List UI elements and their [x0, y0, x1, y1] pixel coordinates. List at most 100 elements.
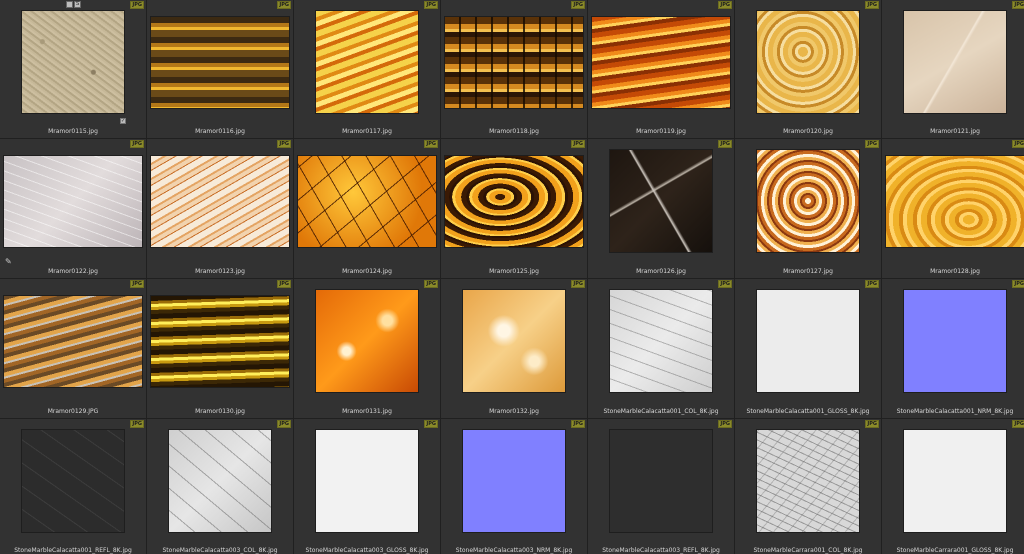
file-name-label: Mramor0123.jpg — [195, 268, 245, 275]
thumbnail-image[interactable] — [3, 295, 143, 388]
file-type-badge: JPG — [277, 420, 291, 428]
file-name-label: Mramor0118.jpg — [489, 128, 539, 135]
file-type-badge: JPG — [718, 280, 732, 288]
file-thumbnail-item[interactable]: JPG Mramor0121.jpg — [882, 0, 1024, 138]
file-thumbnail-item[interactable]: JPG StoneMarbleCarrara001_COL_8K.jpg — [735, 419, 881, 554]
file-name-label: Mramor0125.jpg — [489, 268, 539, 275]
file-name-label: StoneMarbleCarrara001_GLOSS_8K.jpg — [896, 547, 1014, 554]
file-name-label: Mramor0120.jpg — [783, 128, 833, 135]
file-type-badge: JPG — [1012, 420, 1024, 428]
file-name-label: StoneMarbleCalacatta001_REFL_8K.jpg — [14, 547, 132, 554]
file-thumbnail-item[interactable]: JPG Mramor0117.jpg — [294, 0, 440, 138]
file-type-badge: JPG — [424, 420, 438, 428]
file-name-label: Mramor0115.jpg — [48, 128, 98, 135]
file-name-label: Mramor0129.JPG — [47, 408, 99, 415]
stack-icon[interactable]: S — [74, 1, 81, 8]
file-thumbnail-item[interactable]: JPG StoneMarbleCalacatta001_COL_8K.jpg — [588, 279, 734, 418]
thumbnail-image[interactable] — [315, 10, 419, 114]
thumbnail-image[interactable] — [150, 16, 290, 109]
file-thumbnail-item[interactable]: JPG Mramor0122.jpg ✎ — [0, 139, 146, 278]
file-thumbnail-item[interactable]: JPG Mramor0119.jpg — [588, 0, 734, 138]
thumbnail-image[interactable] — [315, 289, 419, 393]
file-thumbnail-item[interactable]: JPG Mramor0116.jpg — [147, 0, 293, 138]
thumbnail-image[interactable] — [315, 429, 419, 533]
checkbox-icon[interactable]: ✓ — [120, 118, 126, 124]
file-name-label: StoneMarbleCalacatta003_GLOSS_8K.jpg — [305, 547, 429, 554]
file-type-badge: JPG — [571, 140, 585, 148]
file-thumbnail-item[interactable]: JPG Mramor0125.jpg — [441, 139, 587, 278]
file-type-badge: JPG — [1012, 280, 1024, 288]
thumbnail-image[interactable] — [444, 16, 584, 109]
thumbnail-image[interactable] — [150, 295, 290, 388]
pencil-icon[interactable]: ✎ — [5, 257, 12, 266]
file-name-label: StoneMarbleCarrara001_COL_8K.jpg — [753, 547, 863, 554]
file-type-badge: JPG — [424, 140, 438, 148]
file-thumbnail-item[interactable]: JPG StoneMarbleCalacatta001_GLOSS_8K.jpg — [735, 279, 881, 418]
file-thumbnail-item[interactable]: JPG StoneMarbleCalacatta001_REFL_8K.jpg — [0, 419, 146, 554]
file-thumbnail-item[interactable]: JPG StoneMarbleCalacatta003_COL_8K.jpg — [147, 419, 293, 554]
file-thumbnail-item[interactable]: JPG Mramor0118.jpg — [441, 0, 587, 138]
thumbnail-image[interactable] — [3, 155, 143, 248]
file-thumbnail-item[interactable]: JPG Mramor0123.jpg — [147, 139, 293, 278]
thumbnail-image[interactable] — [903, 10, 1007, 114]
thumbnail-image[interactable] — [609, 289, 713, 393]
file-thumbnail-item[interactable]: JPG StoneMarbleCalacatta003_REFL_8K.jpg — [588, 419, 734, 554]
file-name-label: Mramor0132.jpg — [489, 408, 539, 415]
thumbnail-image[interactable] — [756, 429, 860, 533]
file-name-label: StoneMarbleCalacatta003_COL_8K.jpg — [162, 547, 278, 554]
file-thumbnail-item[interactable]: JPG Mramor0128.jpg — [882, 139, 1024, 278]
file-name-label: Mramor0124.jpg — [342, 268, 392, 275]
thumbnail-image[interactable] — [756, 289, 860, 393]
thumbnail-image[interactable] — [903, 289, 1007, 393]
file-type-badge: JPG — [424, 280, 438, 288]
file-name-label: Mramor0121.jpg — [930, 128, 980, 135]
thumbnail-image[interactable] — [444, 155, 584, 248]
file-type-badge: JPG — [130, 280, 144, 288]
file-thumbnail-item[interactable]: JPG Mramor0124.jpg — [294, 139, 440, 278]
file-thumbnail-item[interactable]: JPG StoneMarbleCalacatta001_NRM_8K.jpg — [882, 279, 1024, 418]
thumbnail-image[interactable] — [756, 149, 860, 253]
file-type-badge: JPG — [718, 1, 732, 9]
thumbnail-image[interactable] — [462, 429, 566, 533]
file-type-badge: JPG — [718, 420, 732, 428]
file-thumbnail-item[interactable]: JPG Mramor0132.jpg — [441, 279, 587, 418]
file-name-label: Mramor0116.jpg — [195, 128, 245, 135]
file-type-badge: JPG — [277, 280, 291, 288]
thumbnail-image[interactable] — [168, 429, 272, 533]
file-name-label: Mramor0126.jpg — [636, 268, 686, 275]
file-thumbnail-item[interactable]: JPG Mramor0130.jpg — [147, 279, 293, 418]
thumbnail-grid: JPG Mramor0115.jpg S ✓ JPG Mramor0116.jpg JPG M… — [0, 0, 1024, 554]
thumbnail-image[interactable] — [591, 16, 731, 109]
file-type-badge: JPG — [1012, 1, 1024, 9]
file-thumbnail-item[interactable]: JPG Mramor0120.jpg — [735, 0, 881, 138]
file-thumbnail-item[interactable]: JPG Mramor0131.jpg — [294, 279, 440, 418]
file-type-badge: JPG — [130, 420, 144, 428]
file-thumbnail-item[interactable]: JPG StoneMarbleCalacatta003_GLOSS_8K.jpg — [294, 419, 440, 554]
thumbnail-image[interactable] — [21, 429, 125, 533]
thumbnail-image[interactable] — [903, 429, 1007, 533]
file-name-label: Mramor0122.jpg — [48, 268, 98, 275]
file-thumbnail-item[interactable]: JPG Mramor0115.jpg S ✓ — [0, 0, 146, 138]
file-type-badge: JPG — [571, 280, 585, 288]
file-name-label: StoneMarbleCalacatta001_GLOSS_8K.jpg — [746, 408, 870, 415]
thumbnail-image[interactable] — [756, 10, 860, 114]
file-thumbnail-item[interactable]: JPG Mramor0129.JPG — [0, 279, 146, 418]
thumbnail-toolbar: S — [66, 1, 81, 8]
file-type-badge: JPG — [424, 1, 438, 9]
file-thumbnail-item[interactable]: JPG StoneMarbleCalacatta003_NRM_8K.jpg — [441, 419, 587, 554]
file-type-badge: JPG — [865, 420, 879, 428]
thumbnail-image[interactable] — [150, 155, 290, 248]
file-type-badge: JPG — [865, 280, 879, 288]
file-thumbnail-item[interactable]: JPG StoneMarbleCarrara001_GLOSS_8K.jpg — [882, 419, 1024, 554]
file-type-badge: JPG — [571, 1, 585, 9]
thumbnail-image[interactable] — [297, 155, 437, 248]
file-thumbnail-item[interactable]: JPG Mramor0127.jpg — [735, 139, 881, 278]
thumbnail-image[interactable] — [885, 155, 1024, 248]
thumbnail-image[interactable] — [609, 429, 713, 533]
file-thumbnail-item[interactable]: JPG Mramor0126.jpg — [588, 139, 734, 278]
file-name-label: Mramor0128.jpg — [930, 268, 980, 275]
thumbnail-image[interactable] — [462, 289, 566, 393]
select-icon[interactable] — [66, 1, 73, 8]
thumbnail-image[interactable] — [609, 149, 713, 253]
thumbnail-image[interactable] — [21, 10, 125, 114]
